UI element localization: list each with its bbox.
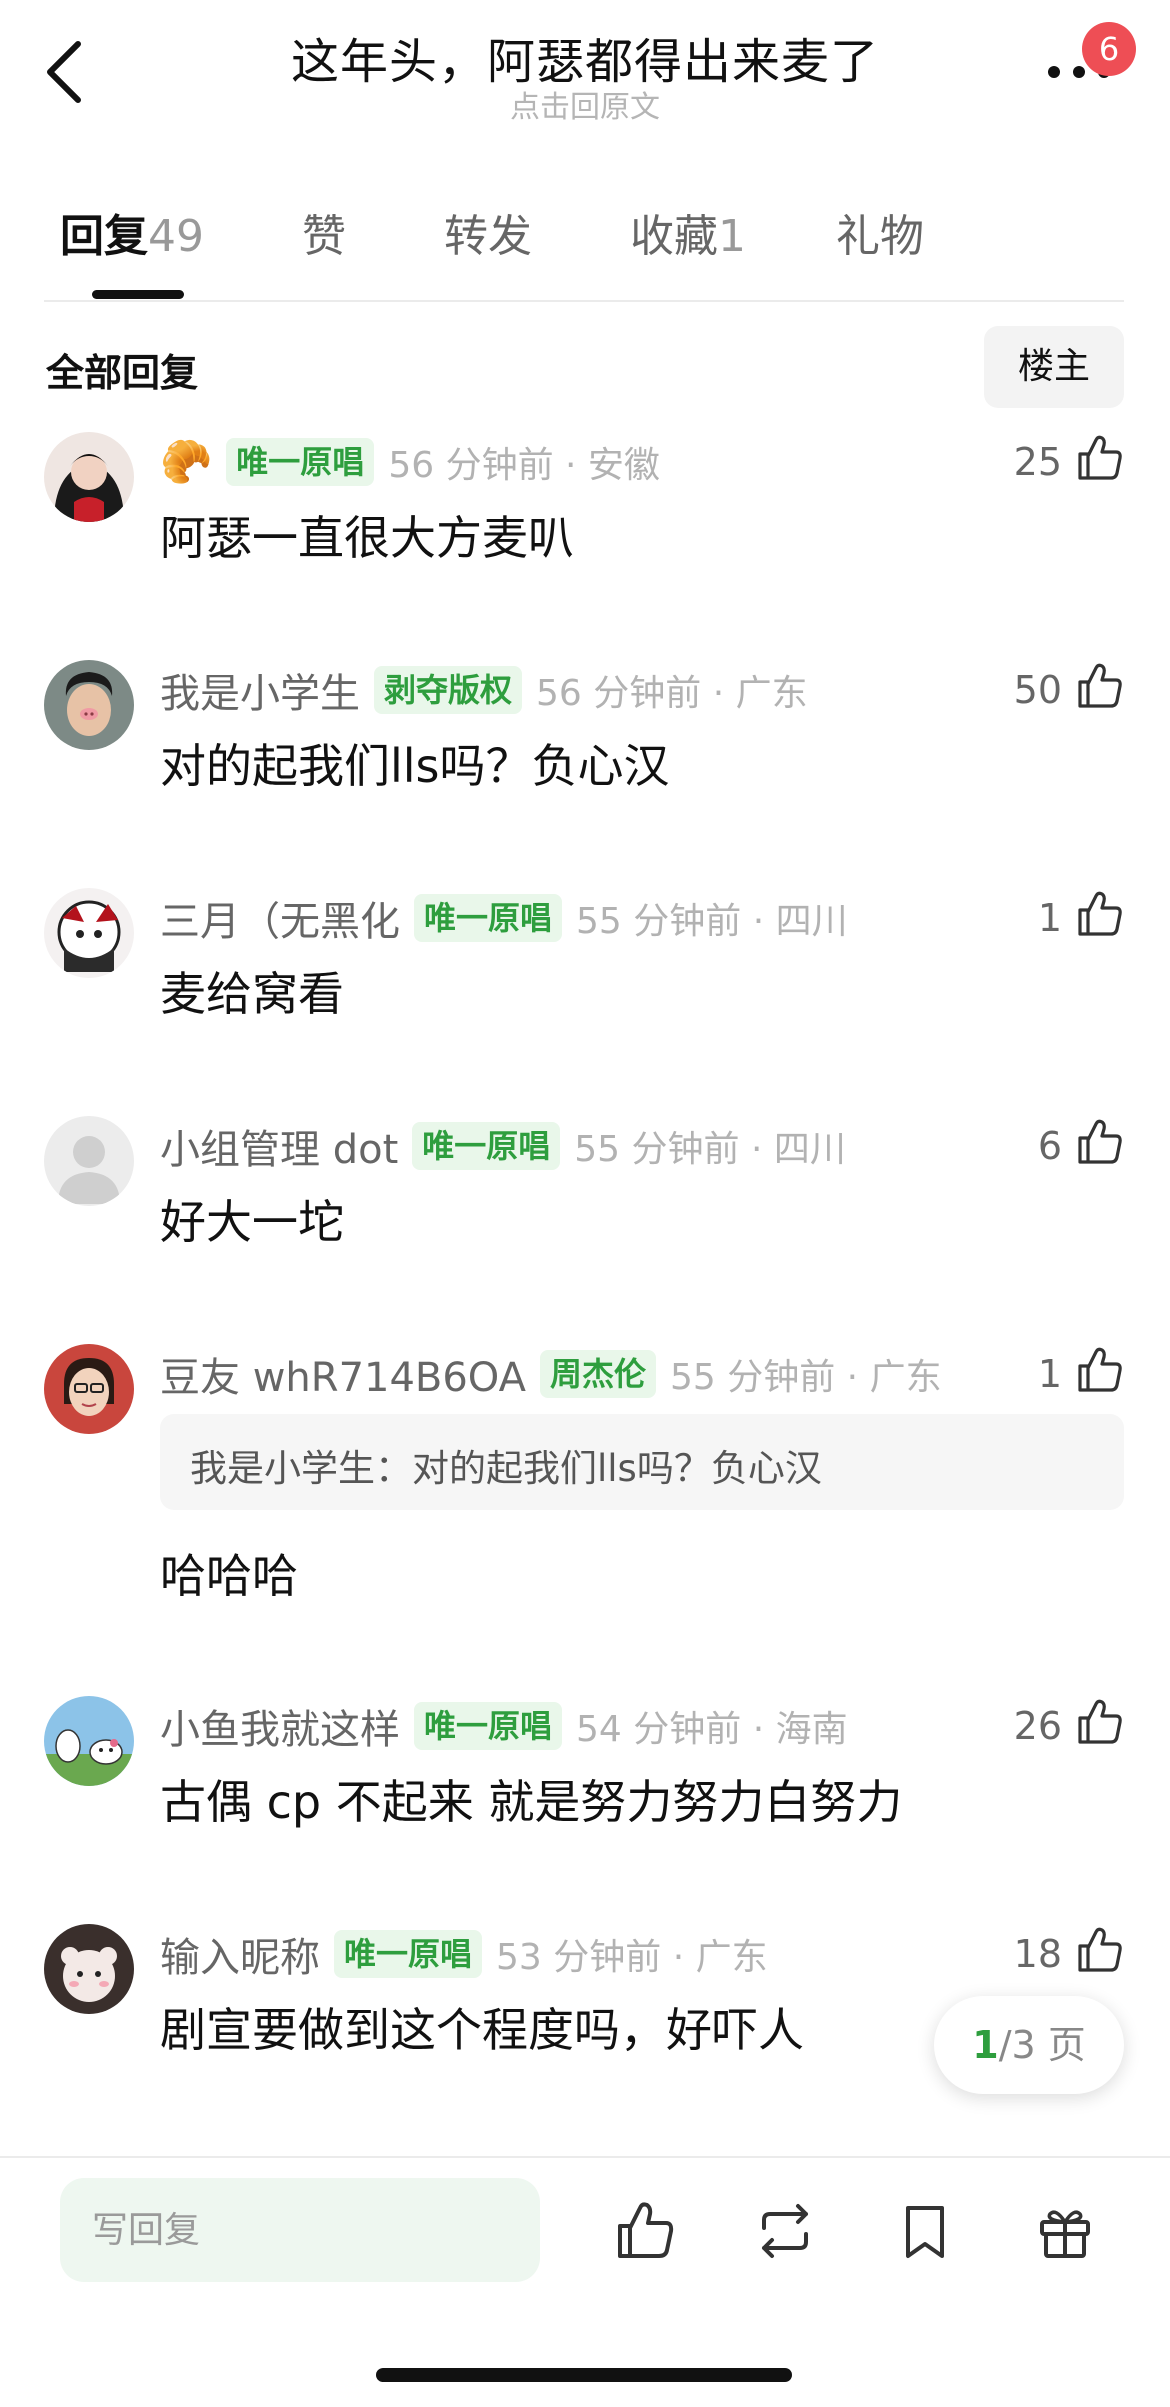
section-title: 全部回复: [46, 351, 199, 395]
tab-label: 赞: [302, 211, 346, 262]
back-to-post-link[interactable]: 点击回原文: [0, 82, 1170, 126]
username[interactable]: 🥐: [160, 437, 212, 487]
gift-icon[interactable]: [1032, 2198, 1098, 2264]
notification-badge: 6: [1082, 22, 1136, 76]
comment-time-location: 55 分钟前 · 广东: [669, 1357, 942, 1398]
comment-text: 对的起我们lls吗？负心汉: [160, 739, 670, 793]
divider: [44, 300, 1124, 302]
comment-item[interactable]: 小组管理 dot 唯一原唱 55 分钟前 · 四川 6 好大一坨: [0, 1116, 1170, 1266]
tab-count: 49: [148, 211, 204, 262]
user-badge: 唯一原唱: [334, 1930, 483, 1978]
comment-text: 好大一坨: [160, 1195, 344, 1249]
comment-time-location: 54 分钟前 · 海南: [576, 1709, 848, 1750]
comment-item[interactable]: 小鱼我就这样 唯一原唱 54 分钟前 · 海南 26 古偶 cp 不起来 就是努…: [0, 1696, 1170, 1846]
user-badge: 唯一原唱: [414, 894, 563, 942]
comment-meta: 🥐 唯一原唱 56 分钟前 · 安徽: [160, 432, 660, 492]
like-count: 1: [1037, 896, 1062, 940]
avatar[interactable]: [44, 432, 134, 522]
tab-replies[interactable]: 回复49: [60, 200, 204, 264]
tab-label: 转发: [444, 211, 532, 262]
active-tab-indicator: [92, 290, 184, 299]
reply-input[interactable]: [60, 2178, 540, 2282]
username[interactable]: 我是小学生: [160, 661, 360, 719]
username[interactable]: 小组管理 dot: [160, 1117, 398, 1175]
avatar[interactable]: [44, 1924, 134, 2014]
comment-meta: 我是小学生 剥夺版权 56 分钟前 · 广东: [160, 660, 808, 720]
comment-meta: 小组管理 dot 唯一原唱 55 分钟前 · 四川: [160, 1116, 846, 1176]
comment-item[interactable]: 🥐 唯一原唱 56 分钟前 · 安徽 25 阿瑟一直很大方麦叭: [0, 432, 1170, 582]
like-count: 50: [1013, 668, 1062, 712]
username[interactable]: 小鱼我就这样: [160, 1697, 400, 1755]
comment-time-location: 55 分钟前 · 四川: [574, 1129, 846, 1170]
thumbs-up-icon[interactable]: [1074, 1116, 1126, 1168]
quoted-reply[interactable]: 我是小学生：对的起我们lls吗？负心汉: [160, 1414, 1124, 1510]
thumbs-up-icon[interactable]: [1074, 660, 1126, 712]
avatar[interactable]: [44, 1116, 134, 1206]
top-bar: 这年头，阿瑟都得出来麦了 点击回原文 6: [0, 0, 1170, 150]
tab-count: 1: [718, 211, 746, 262]
tab-reposts[interactable]: 转发: [444, 200, 532, 264]
comment-meta: 三月（无黑化 唯一原唱 55 分钟前 · 四川: [160, 888, 848, 948]
home-indicator: [376, 2368, 792, 2382]
like-count: 6: [1037, 1124, 1062, 1168]
avatar[interactable]: [44, 1344, 134, 1434]
comment-time-location: 55 分钟前 · 四川: [576, 901, 848, 942]
user-badge: 唯一原唱: [226, 438, 375, 486]
thumbs-up-icon[interactable]: [1074, 1344, 1126, 1396]
avatar[interactable]: [44, 660, 134, 750]
tab-gifts[interactable]: 礼物: [836, 200, 924, 264]
comment-text: 阿瑟一直很大方麦叭: [160, 511, 574, 565]
current-page: 1: [972, 2023, 999, 2067]
comment-item[interactable]: 豆友 whR714B6OA 周杰伦 55 分钟前 · 广东 1 我是小学生：对的…: [0, 1344, 1170, 1604]
comment-text: 哈哈哈: [160, 1549, 298, 1603]
repost-icon[interactable]: [752, 2198, 818, 2264]
tab-likes[interactable]: 赞: [302, 200, 346, 264]
bookmark-icon[interactable]: [892, 2198, 958, 2264]
page-indicator[interactable]: 1/3 页: [934, 1996, 1124, 2094]
owner-only-button[interactable]: 楼主: [984, 326, 1124, 408]
like-count: 25: [1013, 440, 1062, 484]
like-count: 1: [1037, 1352, 1062, 1396]
user-badge: 周杰伦: [539, 1350, 656, 1398]
username[interactable]: 三月（无黑化: [160, 889, 400, 947]
username[interactable]: 豆友 whR714B6OA: [160, 1345, 526, 1403]
comment-text: 麦给窝看: [160, 967, 344, 1021]
like-count: 26: [1013, 1704, 1062, 1748]
comment-time-location: 56 分钟前 · 安徽: [388, 445, 660, 486]
comment-meta: 豆友 whR714B6OA 周杰伦 55 分钟前 · 广东: [160, 1344, 942, 1404]
tab-label: 回复: [60, 211, 148, 262]
tab-label: 礼物: [836, 211, 924, 262]
tab-label: 收藏: [630, 211, 718, 262]
username[interactable]: 输入昵称: [160, 1925, 320, 1983]
comment-time-location: 53 分钟前 · 广东: [496, 1937, 768, 1978]
user-badge: 剥夺版权: [374, 666, 523, 714]
user-badge: 唯一原唱: [412, 1122, 561, 1170]
avatar[interactable]: [44, 888, 134, 978]
total-pages: /3 页: [998, 2023, 1086, 2067]
thumbs-up-icon[interactable]: [612, 2198, 678, 2264]
comment-meta: 小鱼我就这样 唯一原唱 54 分钟前 · 海南: [160, 1696, 848, 1756]
comment-text: 剧宣要做到这个程度吗，好吓人: [160, 2003, 804, 2057]
comment-item[interactable]: 我是小学生 剥夺版权 56 分钟前 · 广东 50 对的起我们lls吗？负心汉: [0, 660, 1170, 810]
thumbs-up-icon[interactable]: [1074, 1924, 1126, 1976]
comment-meta: 输入昵称 唯一原唱 53 分钟前 · 广东: [160, 1924, 768, 1984]
user-badge: 唯一原唱: [414, 1702, 563, 1750]
thumbs-up-icon[interactable]: [1074, 432, 1126, 484]
comment-time-location: 56 分钟前 · 广东: [536, 673, 808, 714]
avatar[interactable]: [44, 1696, 134, 1786]
comment-item[interactable]: 三月（无黑化 唯一原唱 55 分钟前 · 四川 1 麦给窝看: [0, 888, 1170, 1038]
thumbs-up-icon[interactable]: [1074, 888, 1126, 940]
like-count: 18: [1013, 1932, 1062, 1976]
thumbs-up-icon[interactable]: [1074, 1696, 1126, 1748]
comment-text: 古偶 cp 不起来 就是努力努力白努力: [160, 1775, 903, 1829]
tab-bar: 回复49 赞 转发 收藏1 礼物: [0, 200, 1170, 300]
quoted-reply-text: 我是小学生：对的起我们lls吗？负心汉: [190, 1447, 822, 1490]
tab-favorites[interactable]: 收藏1: [630, 200, 746, 264]
